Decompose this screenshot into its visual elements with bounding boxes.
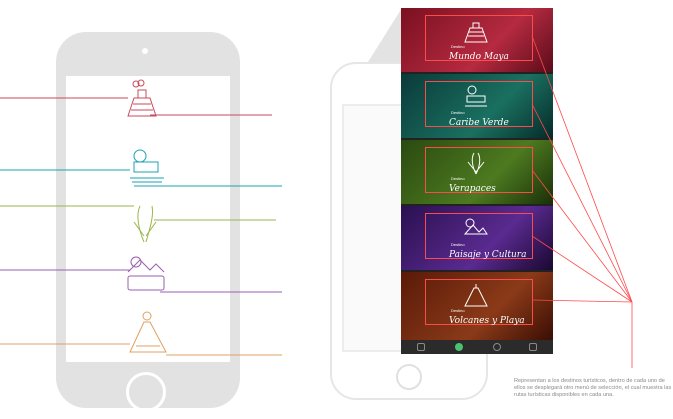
caption-text: Representan a los destinos turísticos, d… xyxy=(514,378,672,398)
callout-lines xyxy=(531,35,633,368)
